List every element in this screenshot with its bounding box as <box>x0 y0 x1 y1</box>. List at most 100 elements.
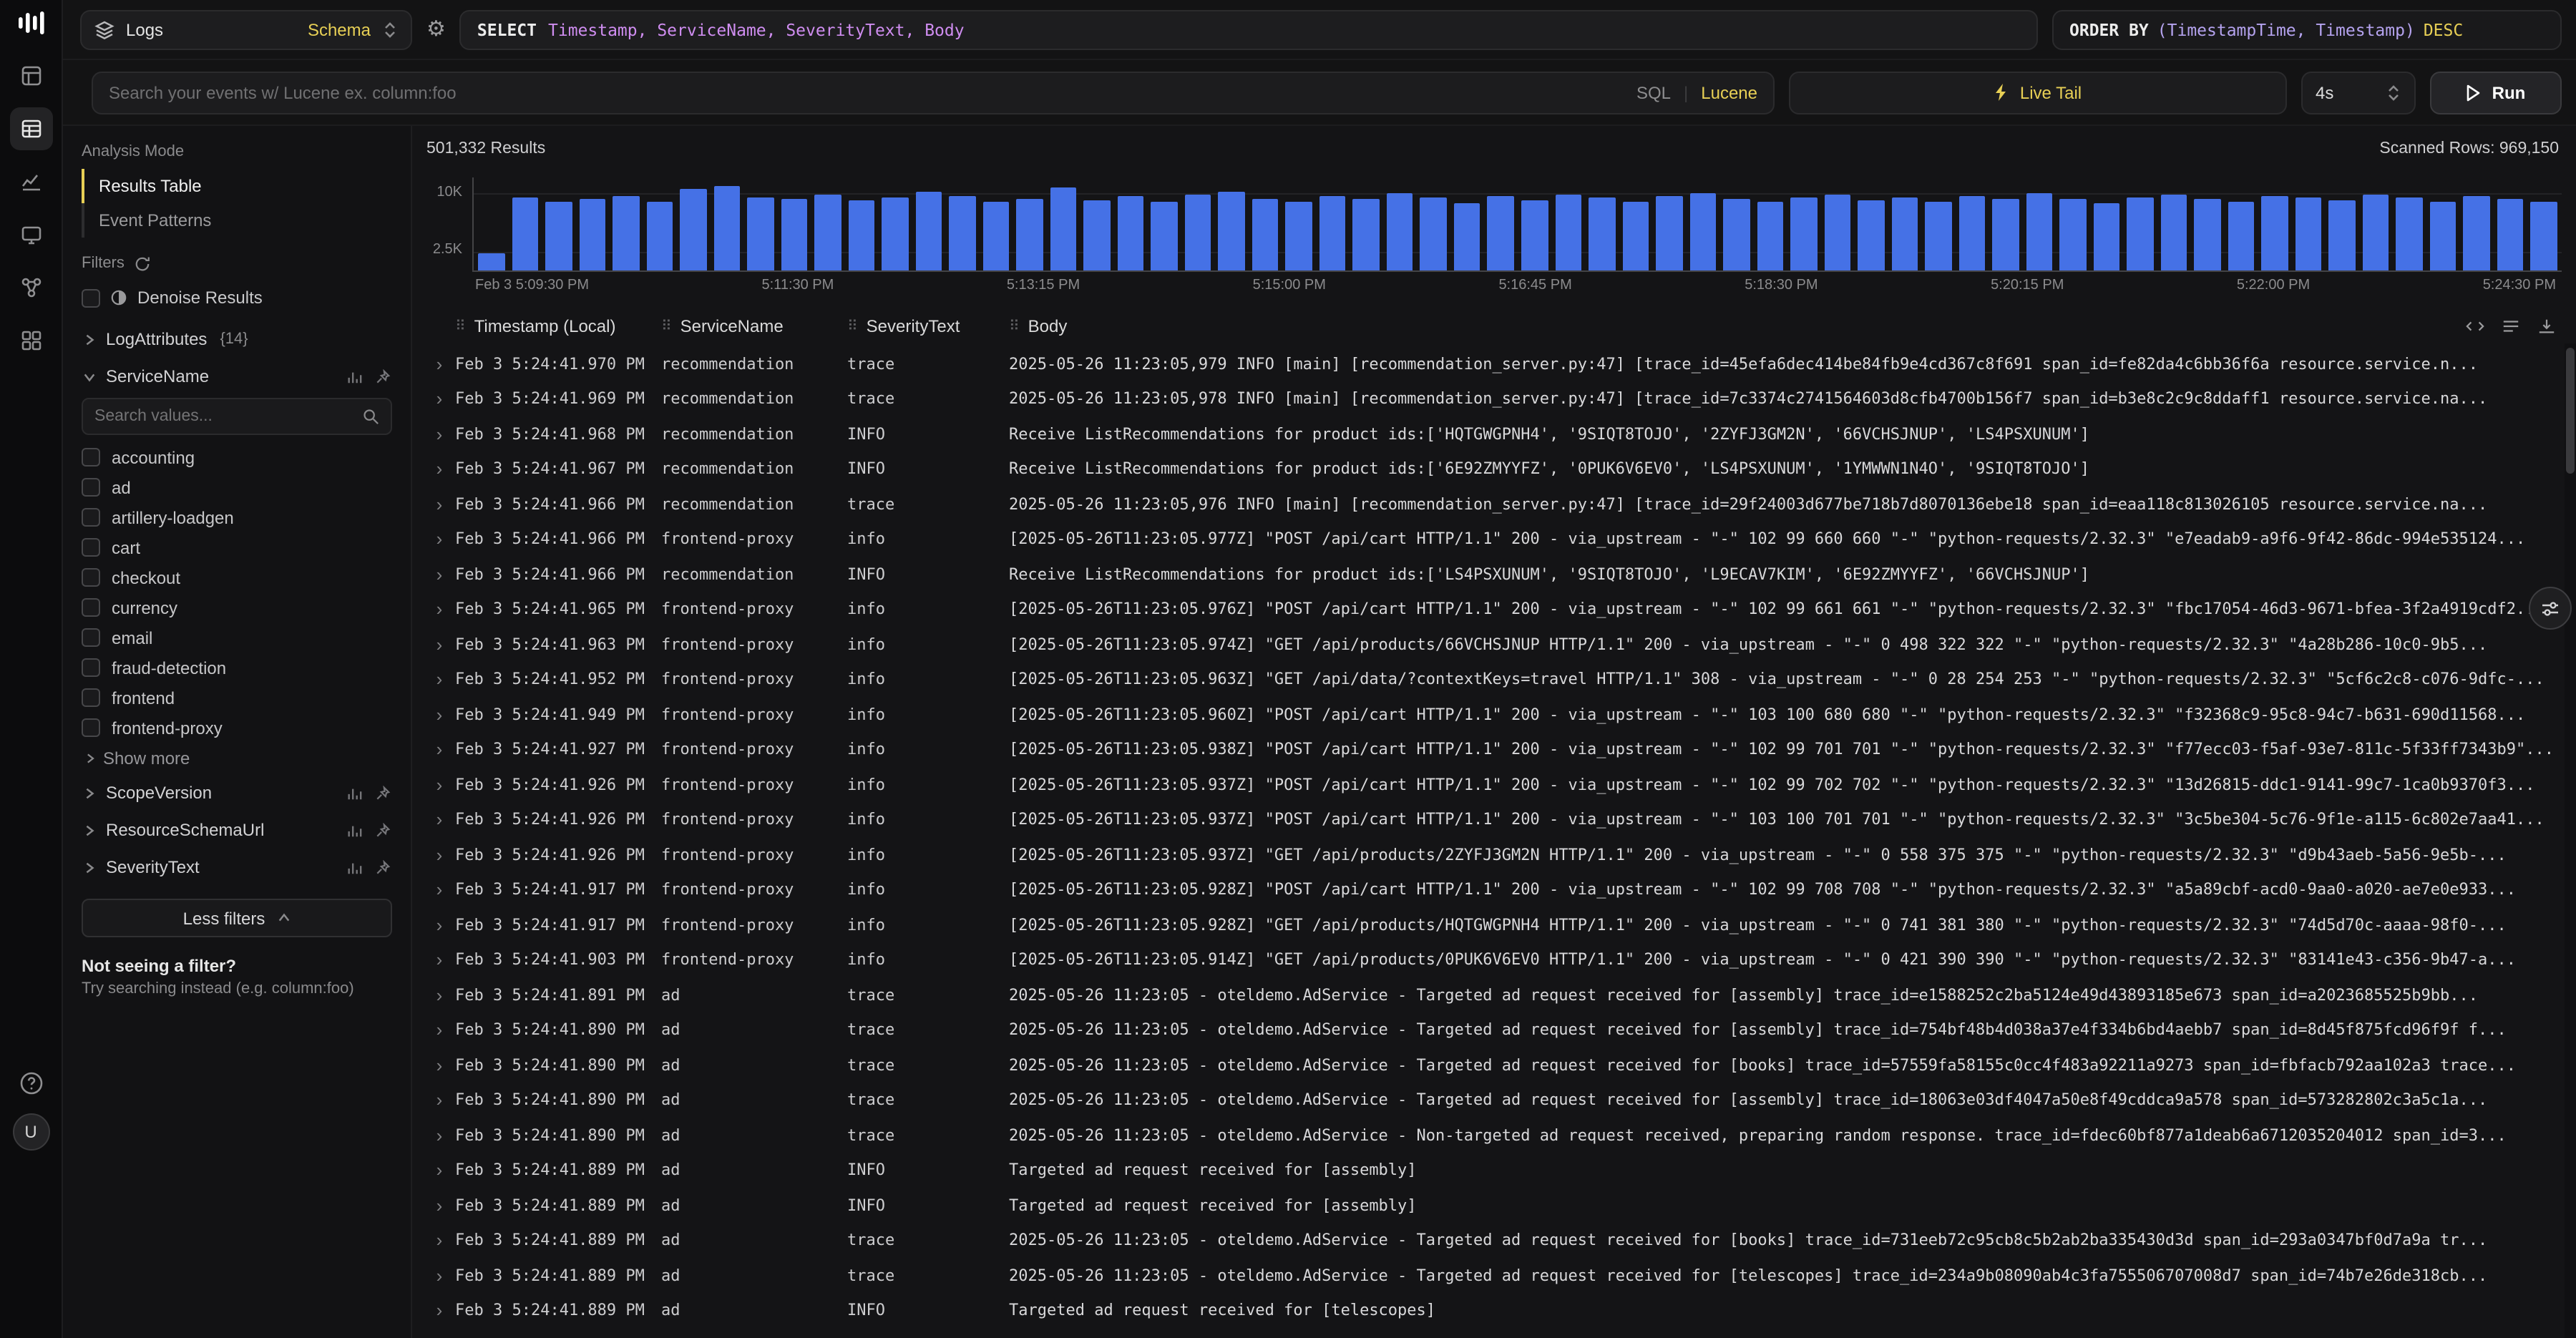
filter-group-resourceschemaurl[interactable]: ResourceSchemaUrl <box>82 811 392 849</box>
table-row[interactable]: › Feb 3 5:24:41.889 PM ad trace 2025-05-… <box>424 1223 2562 1258</box>
drag-handle-icon[interactable]: ⠿ <box>455 318 466 334</box>
row-expand-chevron[interactable]: › <box>424 529 455 550</box>
checkbox[interactable] <box>82 448 100 467</box>
drag-handle-icon[interactable]: ⠿ <box>1009 318 1020 334</box>
facet-value-row[interactable]: checkout <box>82 562 392 592</box>
histogram-bar[interactable] <box>915 192 942 271</box>
row-expand-chevron[interactable]: › <box>424 599 455 620</box>
show-more-link[interactable]: Show more <box>82 743 392 774</box>
row-density-icon[interactable] <box>2502 318 2520 335</box>
histogram-bar[interactable] <box>2094 202 2120 270</box>
row-expand-chevron[interactable]: › <box>424 389 455 410</box>
histogram-bar[interactable] <box>1958 195 1985 270</box>
table-row[interactable]: › Feb 3 5:24:41.969 PM recommendation tr… <box>424 381 2562 416</box>
row-expand-chevron[interactable]: › <box>424 809 455 831</box>
pin-icon[interactable] <box>375 368 391 384</box>
row-expand-chevron[interactable]: › <box>424 424 455 445</box>
facet-value-row[interactable]: frontend-proxy <box>82 713 392 743</box>
rail-table-icon[interactable] <box>9 107 52 150</box>
help-icon[interactable] <box>9 1062 52 1105</box>
histogram-bar[interactable] <box>1050 187 1077 270</box>
histogram-bar[interactable] <box>814 195 841 270</box>
row-expand-chevron[interactable]: › <box>424 739 455 761</box>
histogram-bar[interactable] <box>2464 197 2490 270</box>
histogram-bar[interactable] <box>2497 200 2524 270</box>
histogram-bar[interactable] <box>1589 198 1615 270</box>
lang-sql-option[interactable]: SQL <box>1636 82 1671 102</box>
facet-value-row[interactable]: currency <box>82 592 392 622</box>
facet-search-box[interactable] <box>82 398 392 435</box>
checkbox[interactable] <box>82 508 100 527</box>
facet-value-row[interactable]: artillery-loadgen <box>82 502 392 532</box>
order-by-box[interactable]: ORDER BY (TimestampTime, Timestamp) DESC <box>2052 9 2562 49</box>
lang-lucene-option[interactable]: Lucene <box>1701 82 1757 102</box>
bar-chart-icon[interactable] <box>346 822 362 838</box>
histogram-bar[interactable] <box>512 197 538 270</box>
code-icon[interactable] <box>2466 318 2484 335</box>
pin-icon[interactable] <box>375 822 391 838</box>
run-button[interactable]: Run <box>2430 71 2562 114</box>
table-row[interactable]: › Feb 3 5:24:41.949 PM frontend-proxy in… <box>424 697 2562 732</box>
row-expand-chevron[interactable]: › <box>424 879 455 901</box>
column-header-timestamp[interactable]: ⠿ Timestamp (Local) <box>455 316 661 336</box>
histogram-bar[interactable] <box>1185 195 1211 270</box>
histogram-bar[interactable] <box>2363 195 2389 270</box>
table-row[interactable]: › Feb 3 5:24:41.968 PM recommendation IN… <box>424 416 2562 451</box>
histogram-bar[interactable] <box>1420 197 1447 270</box>
row-expand-chevron[interactable]: › <box>424 1020 455 1041</box>
row-expand-chevron[interactable]: › <box>424 669 455 690</box>
facet-value-row[interactable]: fraud-detection <box>82 653 392 683</box>
table-row[interactable]: › Feb 3 5:24:41.889 PM ad trace 2025-05-… <box>424 1258 2562 1293</box>
checkbox[interactable] <box>82 478 100 497</box>
row-expand-chevron[interactable]: › <box>424 985 455 1006</box>
histogram-bar[interactable] <box>1084 200 1111 270</box>
table-row[interactable]: › Feb 3 5:24:41.889 PM ad INFO Targeted … <box>424 1293 2562 1328</box>
event-search-box[interactable]: SQL | Lucene <box>92 71 1775 114</box>
row-expand-chevron[interactable]: › <box>424 459 455 480</box>
drag-handle-icon[interactable]: ⠿ <box>661 318 672 334</box>
checkbox[interactable] <box>82 538 100 557</box>
histogram-bar[interactable] <box>1790 197 1817 270</box>
row-expand-chevron[interactable]: › <box>424 949 455 971</box>
table-row[interactable]: › Feb 3 5:24:41.967 PM recommendation IN… <box>424 451 2562 487</box>
row-expand-chevron[interactable]: › <box>424 1160 455 1181</box>
column-settings-button[interactable] <box>2529 587 2572 630</box>
histogram-bar[interactable] <box>646 202 673 270</box>
sql-preview[interactable]: SELECT Timestamp, ServiceName, SeverityT… <box>460 9 2038 49</box>
table-row[interactable]: › Feb 3 5:24:41.889 PM ad INFO Targeted … <box>424 1328 2562 1338</box>
checkbox[interactable] <box>82 658 100 677</box>
table-row[interactable]: › Feb 3 5:24:41.966 PM recommendation IN… <box>424 557 2562 592</box>
query-language-toggle[interactable]: SQL | Lucene <box>1636 82 1757 102</box>
column-header-body[interactable]: ⠿ Body <box>1009 316 2466 336</box>
histogram-bar[interactable] <box>1824 195 1850 270</box>
histogram-bar[interactable] <box>579 200 605 270</box>
row-expand-chevron[interactable]: › <box>424 704 455 726</box>
facet-value-row[interactable]: cart <box>82 532 392 562</box>
histogram-bar[interactable] <box>1118 197 1144 270</box>
checkbox[interactable] <box>82 598 100 617</box>
histogram-bar[interactable] <box>882 197 908 270</box>
histogram-bar[interactable] <box>747 197 774 270</box>
user-avatar[interactable]: U <box>12 1113 49 1151</box>
facet-search-input[interactable] <box>94 408 353 425</box>
vertical-scrollbar[interactable] <box>2565 343 2576 1338</box>
table-row[interactable]: › Feb 3 5:24:41.889 PM ad INFO Targeted … <box>424 1153 2562 1188</box>
rail-line-chart-icon[interactable] <box>9 160 52 203</box>
filter-group-logattributes[interactable]: LogAttributes {14} <box>82 321 392 358</box>
histogram-bar[interactable] <box>2127 197 2154 270</box>
histogram-bar[interactable] <box>1555 195 1581 270</box>
row-expand-chevron[interactable]: › <box>424 494 455 515</box>
row-expand-chevron[interactable]: › <box>424 634 455 655</box>
checkbox[interactable] <box>82 688 100 707</box>
table-row[interactable]: › Feb 3 5:24:41.890 PM ad trace 2025-05-… <box>424 1012 2562 1048</box>
table-row[interactable]: › Feb 3 5:24:41.965 PM frontend-proxy in… <box>424 592 2562 627</box>
row-expand-chevron[interactable]: › <box>424 774 455 796</box>
scrollbar-thumb[interactable] <box>2566 348 2575 474</box>
histogram-bar[interactable] <box>1925 202 1951 270</box>
histogram-bar[interactable] <box>2262 196 2288 270</box>
histogram-bar[interactable] <box>2296 197 2322 270</box>
histogram-bar[interactable] <box>982 202 1009 270</box>
facet-value-row[interactable]: accounting <box>82 442 392 472</box>
bar-chart-icon[interactable] <box>346 785 362 801</box>
row-expand-chevron[interactable]: › <box>424 1300 455 1322</box>
